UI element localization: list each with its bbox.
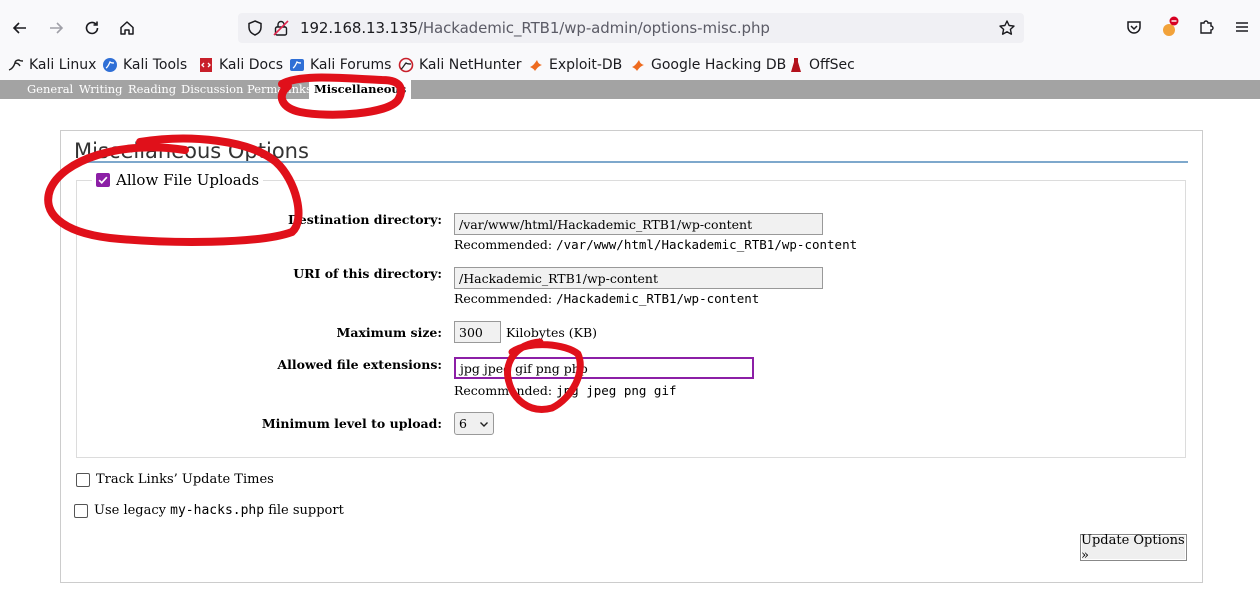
track-links-checkbox[interactable] bbox=[76, 472, 90, 487]
submenu-discussion[interactable]: Discussion bbox=[181, 82, 243, 96]
dest-dir-input[interactable]: /var/www/html/Hackademic_RTB1/wp-content bbox=[454, 213, 823, 235]
extensions-label: Allowed file extensions: bbox=[277, 357, 442, 372]
dest-dir-label: Destination directory: bbox=[287, 212, 442, 227]
bookmark-label: Kali Linux bbox=[29, 57, 97, 73]
offsec-icon bbox=[788, 57, 804, 73]
extensions-recommended: Recommended: jpg jpeg png gif bbox=[454, 383, 677, 398]
kali-dragon-icon bbox=[8, 57, 24, 73]
submenu-reading[interactable]: Reading bbox=[128, 82, 176, 96]
bookmark-google-hacking-db[interactable]: Google Hacking DB bbox=[630, 54, 786, 76]
url-text[interactable]: 192.168.13.135/Hackademic_RTB1/wp-admin/… bbox=[300, 19, 770, 37]
ghdb-icon bbox=[630, 57, 646, 73]
bookmark-kali-docs[interactable]: Kali Docs bbox=[198, 54, 283, 76]
bookmark-kali-linux[interactable]: Kali Linux bbox=[8, 54, 96, 76]
max-size-unit: Kilobytes (KB) bbox=[506, 325, 598, 340]
bookmark-label: Kali Tools bbox=[123, 57, 188, 73]
forward-icon[interactable] bbox=[40, 12, 72, 44]
bookmark-label: Kali NetHunter bbox=[419, 57, 522, 73]
legacy-prefix: Use legacy bbox=[94, 503, 167, 518]
min-level-value: 6 bbox=[459, 416, 467, 431]
uri-dir-input[interactable]: /Hackademic_RTB1/wp-content bbox=[454, 267, 823, 289]
bookmark-exploit-db[interactable]: Exploit-DB bbox=[528, 54, 622, 76]
recommended-value: jpg jpeg png gif bbox=[556, 383, 677, 398]
bookmark-kali-forums[interactable]: Kali Forums bbox=[289, 54, 391, 76]
url-host: 192.168.13.135 bbox=[300, 19, 418, 37]
submenu-writing[interactable]: Writing bbox=[79, 82, 123, 96]
reload-icon[interactable] bbox=[76, 12, 108, 44]
url-path: /Hackademic_RTB1/wp-admin/options-misc.p… bbox=[417, 19, 770, 37]
title-rule bbox=[74, 161, 1188, 163]
bookmark-kali-tools[interactable]: Kali Tools bbox=[102, 54, 187, 76]
bookmarks-bar: Kali Linux Kali Tools Kali Docs Kali For… bbox=[0, 50, 1260, 80]
browser-toolbar: 192.168.13.135/Hackademic_RTB1/wp-admin/… bbox=[0, 0, 1260, 50]
update-options-button[interactable]: Update Options » bbox=[1080, 533, 1187, 563]
nethunter-icon bbox=[398, 57, 414, 73]
allow-uploads-checkbox[interactable] bbox=[96, 173, 110, 187]
extension-badge-icon[interactable] bbox=[1159, 16, 1181, 38]
submenu-general[interactable]: General bbox=[27, 82, 73, 96]
allow-uploads-legend: Allow File Uploads bbox=[92, 171, 264, 189]
bookmark-label: Kali Forums bbox=[310, 57, 392, 73]
allow-uploads-label: Allow File Uploads bbox=[116, 171, 260, 189]
address-bar[interactable]: 192.168.13.135/Hackademic_RTB1/wp-admin/… bbox=[238, 13, 1024, 43]
track-links-option[interactable]: Track Links’ Update Times bbox=[76, 472, 274, 487]
recommended-value: /var/www/html/Hackademic_RTB1/wp-content bbox=[556, 237, 858, 252]
legacy-suffix: file support bbox=[268, 503, 344, 518]
home-icon[interactable] bbox=[111, 12, 143, 44]
bookmark-label: OffSec bbox=[809, 57, 855, 73]
pocket-icon[interactable] bbox=[1123, 16, 1145, 38]
options-submenu: General Writing Reading Discussion Perma… bbox=[0, 80, 1260, 99]
kali-docs-icon bbox=[198, 57, 214, 73]
bookmark-label: Exploit-DB bbox=[549, 57, 623, 73]
min-level-label: Minimum level to upload: bbox=[261, 416, 442, 431]
shield-icon[interactable] bbox=[246, 19, 264, 37]
submenu-miscellaneous[interactable]: Miscellaneous bbox=[309, 80, 412, 99]
chevron-down-icon bbox=[480, 421, 488, 427]
back-icon[interactable] bbox=[4, 12, 36, 44]
uri-dir-label: URI of this directory: bbox=[293, 266, 442, 281]
kali-tools-icon bbox=[102, 57, 118, 73]
max-size-label: Maximum size: bbox=[336, 325, 442, 340]
recommended-value: /Hackademic_RTB1/wp-content bbox=[556, 291, 760, 306]
legacy-hacks-checkbox[interactable] bbox=[74, 503, 88, 518]
track-links-label: Track Links’ Update Times bbox=[96, 472, 274, 487]
max-size-input[interactable]: 300 bbox=[454, 321, 501, 343]
recommended-prefix: Recommended: bbox=[454, 383, 553, 398]
insecure-lock-icon[interactable] bbox=[272, 19, 290, 37]
bookmark-label: Kali Docs bbox=[219, 57, 284, 73]
legacy-hacks-option[interactable]: Use legacy my-hacks.php file support bbox=[74, 503, 344, 518]
bookmark-kali-nethunter[interactable]: Kali NetHunter bbox=[398, 54, 521, 76]
bookmark-offsec[interactable]: OffSec bbox=[788, 54, 855, 76]
extensions-input[interactable]: jpg jpeg gif png php bbox=[454, 357, 754, 379]
bookmark-star-icon[interactable] bbox=[998, 19, 1016, 37]
page-title: Miscellaneous Options bbox=[74, 139, 309, 163]
legacy-filename: my-hacks.php bbox=[170, 503, 265, 518]
uri-dir-recommended: Recommended: /Hackademic_RTB1/wp-content bbox=[454, 291, 759, 306]
bookmark-label: Google Hacking DB bbox=[651, 57, 787, 73]
legacy-hacks-label: Use legacy my-hacks.php file support bbox=[94, 503, 344, 518]
extensions-puzzle-icon[interactable] bbox=[1195, 16, 1217, 38]
recommended-prefix: Recommended: bbox=[454, 291, 553, 306]
min-level-select[interactable]: 6 bbox=[454, 412, 494, 435]
submenu-permalinks[interactable]: Permalinks bbox=[247, 82, 312, 96]
menu-hamburger-icon[interactable] bbox=[1231, 16, 1253, 38]
exploit-db-icon bbox=[528, 57, 544, 73]
kali-forums-icon bbox=[289, 57, 305, 73]
recommended-prefix: Recommended: bbox=[454, 237, 553, 252]
dest-dir-recommended: Recommended: /var/www/html/Hackademic_RT… bbox=[454, 237, 857, 252]
